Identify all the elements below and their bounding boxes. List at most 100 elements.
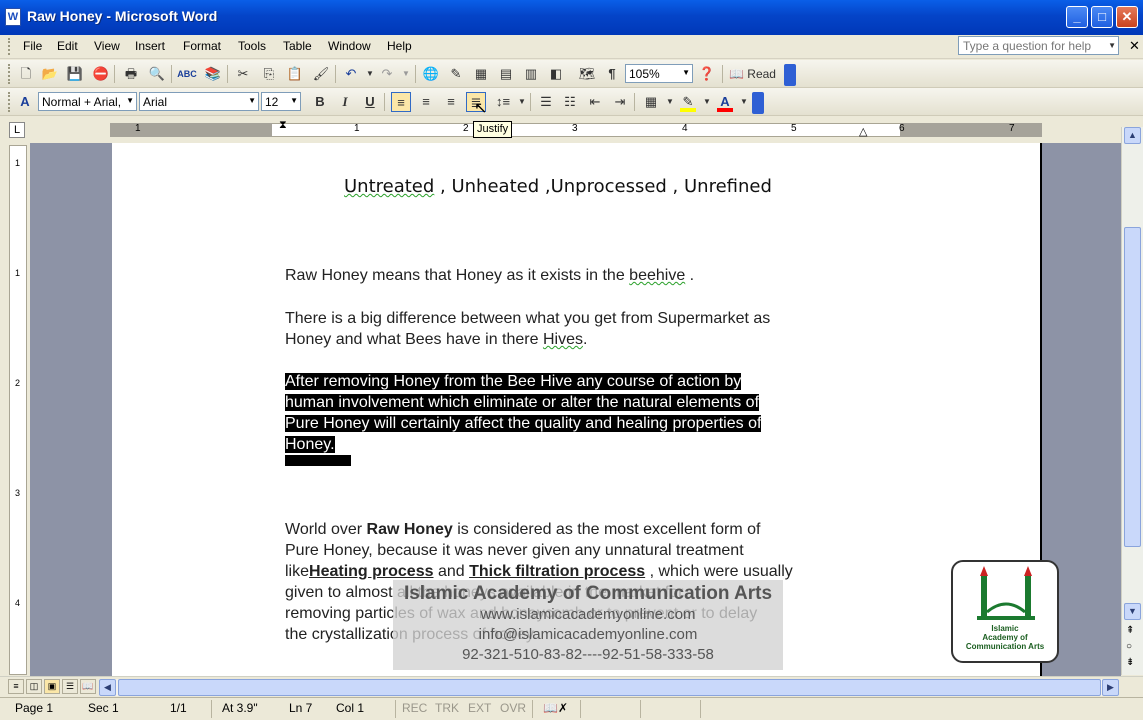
chevron-down-icon[interactable]: ▼ [126, 96, 134, 105]
chevron-down-icon[interactable]: ▼ [1108, 41, 1116, 50]
menu-grip[interactable] [8, 38, 12, 55]
menu-tools[interactable]: Tools [238, 39, 266, 53]
menu-table[interactable]: Table [283, 39, 312, 53]
browse-object-icon[interactable]: ○ [1126, 641, 1132, 652]
line-spacing-dropdown-icon[interactable]: ▼ [512, 92, 532, 112]
chevron-down-icon[interactable]: ▼ [290, 96, 298, 105]
outline-view-icon[interactable]: ☰ [62, 679, 78, 694]
font-color-icon[interactable]: A [715, 92, 735, 112]
toolbar-options-icon[interactable] [752, 92, 764, 114]
font-color-dropdown-icon[interactable]: ▼ [734, 92, 754, 112]
font-select[interactable]: Arial ▼ [139, 92, 259, 111]
chevron-down-icon[interactable]: ▼ [682, 68, 690, 77]
bold-icon[interactable]: B [310, 92, 330, 112]
underline-icon[interactable]: U [360, 92, 380, 112]
minimize-button[interactable]: _ [1066, 6, 1088, 28]
read-button[interactable]: 📖 Read [729, 64, 779, 84]
vertical-scroll-thumb[interactable] [1124, 227, 1141, 547]
vertical-scrollbar[interactable]: ▲ ▼ ⇞ ○ ⇟ [1121, 127, 1143, 675]
ask-question-box[interactable]: Type a question for help ▼ [958, 36, 1119, 55]
chevron-down-icon[interactable]: ▼ [248, 96, 256, 105]
menu-edit[interactable]: Edit [57, 39, 78, 53]
first-line-indent-marker[interactable]: ⧗ [279, 119, 287, 132]
tables-borders-icon[interactable]: ✎ [446, 64, 466, 84]
close-button[interactable]: ✕ [1116, 6, 1138, 28]
styles-formatting-icon[interactable]: A [15, 92, 35, 112]
reading-view-icon[interactable]: 📖 [80, 679, 96, 694]
toolbar-grip[interactable] [8, 64, 12, 84]
toolbar-grip[interactable] [8, 92, 12, 112]
redo-dropdown-icon[interactable]: ▼ [396, 64, 416, 84]
borders-dropdown-icon[interactable]: ▼ [660, 92, 680, 112]
horizontal-scroll-thumb[interactable] [118, 679, 1101, 696]
align-right-icon[interactable]: ≡ [441, 92, 461, 112]
maximize-button[interactable]: □ [1091, 6, 1113, 28]
status-trk[interactable]: TRK [435, 701, 459, 715]
borders-icon[interactable]: ▦ [641, 92, 661, 112]
cut-icon[interactable]: ✂ [233, 64, 253, 84]
decrease-indent-icon[interactable]: ⇤ [585, 92, 605, 112]
document-map-icon[interactable]: 🗺 [577, 64, 597, 84]
format-painter-icon[interactable]: 🖌 [311, 64, 331, 84]
increase-indent-icon[interactable]: ⇥ [610, 92, 630, 112]
copy-icon[interactable]: ⎘ [259, 64, 279, 84]
align-center-icon[interactable]: ≡ [416, 92, 436, 112]
scroll-down-icon[interactable]: ▼ [1124, 603, 1141, 620]
menu-window[interactable]: Window [328, 39, 371, 53]
previous-page-icon[interactable]: ⇞ [1126, 625, 1134, 636]
line-spacing-icon[interactable]: ↕≡ [493, 92, 513, 112]
scroll-up-icon[interactable]: ▲ [1124, 127, 1141, 144]
scroll-left-icon[interactable]: ◀ [99, 679, 116, 696]
toolbar-options-icon[interactable] [784, 64, 796, 86]
right-indent-marker[interactable]: △ [859, 125, 867, 138]
show-hide-icon[interactable]: ¶ [602, 64, 622, 84]
menu-help[interactable]: Help [387, 39, 412, 53]
close-document-icon[interactable]: ✕ [1129, 38, 1140, 54]
menu-file[interactable]: File [23, 39, 42, 53]
highlight-icon[interactable]: ✎ [678, 92, 698, 112]
status-ext[interactable]: EXT [468, 701, 491, 715]
columns-icon[interactable]: ▥ [521, 64, 541, 84]
research-icon[interactable]: 📚 [203, 64, 223, 84]
bullets-icon[interactable]: ☷ [560, 92, 580, 112]
selected-line: Pure Honey will certainly affect the qua… [285, 415, 762, 432]
next-page-icon[interactable]: ⇟ [1126, 657, 1134, 668]
menu-view[interactable]: View [94, 39, 120, 53]
print-preview-icon[interactable]: 🔍 [147, 64, 167, 84]
highlight-dropdown-icon[interactable]: ▼ [697, 92, 717, 112]
status-rec[interactable]: REC [402, 701, 427, 715]
numbering-icon[interactable]: ☰ [536, 92, 556, 112]
style-select[interactable]: Normal + Arial, ▼ [38, 92, 137, 111]
ruler-number: 2 [463, 123, 469, 134]
insert-excel-icon[interactable]: ▤ [496, 64, 516, 84]
spelling-status-icon[interactable]: 📖✗ [543, 701, 568, 715]
italic-icon[interactable]: I [335, 92, 355, 112]
status-section: Sec 1 [88, 701, 119, 715]
tab-selector-icon[interactable]: L [9, 122, 25, 138]
new-document-icon[interactable]: 🗋 [16, 64, 36, 84]
undo-icon[interactable]: ↶ [341, 64, 361, 84]
align-left-icon[interactable]: ≡ [391, 92, 411, 112]
web-view-icon[interactable]: ◫ [26, 679, 42, 694]
insert-table-icon[interactable]: ▦ [471, 64, 491, 84]
print-icon[interactable]: 🖶 [121, 64, 141, 84]
spelling-icon[interactable]: ABC [177, 64, 197, 84]
help-icon[interactable]: ❓ [697, 64, 717, 84]
zoom-select[interactable]: 105% ▼ [625, 64, 693, 83]
paragraph-selected[interactable]: After removing Honey from the Bee Hive a… [285, 371, 762, 466]
permission-icon[interactable]: ⛔ [91, 64, 111, 84]
drawing-icon[interactable]: ◧ [546, 64, 566, 84]
status-ovr[interactable]: OVR [500, 701, 526, 715]
open-folder-icon[interactable]: 📂 [40, 64, 60, 84]
menu-insert[interactable]: Insert [135, 39, 165, 53]
font-size-select[interactable]: 12 ▼ [261, 92, 301, 111]
print-layout-view-icon[interactable]: ▣ [44, 679, 60, 694]
hyperlink-icon[interactable]: 🌐 [421, 64, 441, 84]
menu-format[interactable]: Format [183, 39, 221, 53]
word-app-icon[interactable]: W [5, 8, 21, 26]
paste-icon[interactable]: 📋 [285, 64, 305, 84]
redo-icon[interactable]: ↷ [377, 64, 397, 84]
save-icon[interactable]: 💾 [65, 64, 85, 84]
normal-view-icon[interactable]: ≡ [8, 679, 24, 694]
scroll-right-icon[interactable]: ▶ [1102, 679, 1119, 696]
